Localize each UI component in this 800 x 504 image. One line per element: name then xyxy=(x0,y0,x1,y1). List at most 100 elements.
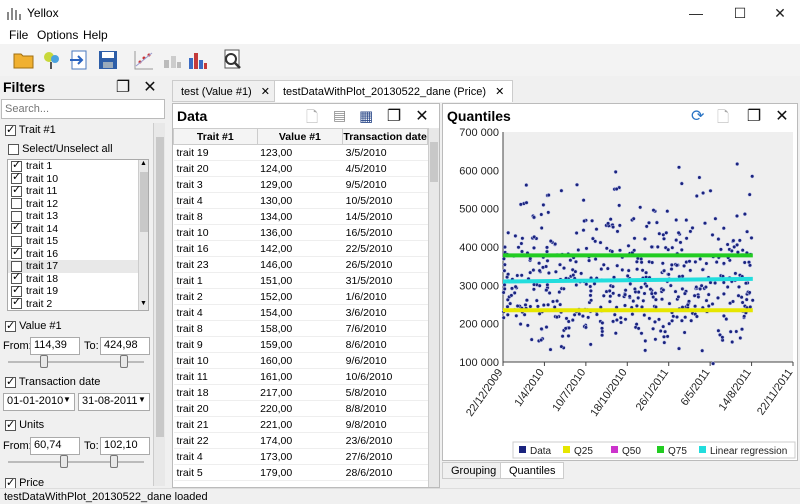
table-row[interactable]: trait 10 160,00 9/6/2010 xyxy=(173,352,428,369)
table-row[interactable]: trait 3 129,00 9/5/2010 xyxy=(173,176,428,193)
column-header[interactable]: Transaction date xyxy=(342,128,428,145)
date-from-dropdown-icon[interactable]: ▼ xyxy=(63,395,71,404)
table-row[interactable]: trait 21 221,00 9/8/2010 xyxy=(173,416,428,433)
trait-checkbox[interactable] xyxy=(11,284,22,297)
trait-checkbox[interactable] xyxy=(11,235,22,247)
close-tab-icon[interactable]: ✕ xyxy=(495,86,504,98)
table-row[interactable]: trait 10 136,00 16/5/2010 xyxy=(173,224,428,241)
value-from-input[interactable]: 114,39 xyxy=(30,337,80,355)
table-row[interactable]: trait 22 174,00 23/6/2010 xyxy=(173,432,428,449)
columns-icon[interactable]: ▤ xyxy=(333,107,346,124)
trait-list-item[interactable]: trait 1 xyxy=(8,160,148,173)
trait-list-item[interactable]: trait 10 xyxy=(8,171,148,186)
trait-list-item[interactable]: trait 19 xyxy=(8,284,148,298)
menu-file[interactable]: File xyxy=(9,28,28,42)
tab-grouping[interactable]: Grouping xyxy=(442,462,506,479)
quantiles-chart[interactable]: 700 000 600 000 500 000 400 000 300 000 200 0… xyxy=(443,128,797,460)
table-row[interactable]: trait 20 220,00 8/8/2010 xyxy=(173,400,428,417)
date-to-dropdown-icon[interactable]: ▼ xyxy=(138,395,146,404)
table-row[interactable]: trait 11 161,00 10/6/2010 xyxy=(173,368,428,385)
column-header[interactable]: Trait #1 xyxy=(173,128,258,145)
column-header[interactable]: Value #1 xyxy=(256,128,344,145)
table-row[interactable]: trait 8 158,00 7/6/2010 xyxy=(173,320,428,337)
price-filter-checkbox[interactable] xyxy=(5,477,16,488)
close-panel-icon[interactable]: ✕ xyxy=(773,108,791,126)
table-row[interactable]: trait 8 134,00 14/5/2010 xyxy=(173,208,428,225)
filters-scrollbar[interactable] xyxy=(153,123,165,486)
close-tab-icon[interactable]: ✕ xyxy=(261,86,270,98)
filter-search-input[interactable] xyxy=(1,99,165,119)
float-panel-icon[interactable]: ❐ xyxy=(745,108,763,126)
trait-checkbox[interactable] xyxy=(11,260,22,272)
units-slider-min-handle[interactable] xyxy=(60,455,68,468)
units-filter-checkbox[interactable] xyxy=(5,418,16,431)
trait-list-item[interactable]: trait 15 xyxy=(8,235,148,248)
trait-checkbox[interactable] xyxy=(11,160,22,172)
value-filter-toggle[interactable]: Value #1 xyxy=(5,319,62,332)
table-row[interactable]: trait 4 173,00 27/6/2010 xyxy=(173,448,428,465)
trait-list[interactable]: trait 1trait 10trait 11trait 12trait 13t… xyxy=(7,159,149,311)
table-row[interactable]: trait 19 123,00 3/5/2010 xyxy=(173,144,428,161)
price-filter-toggle[interactable]: Price xyxy=(5,477,44,488)
data-table-scroll-thumb[interactable] xyxy=(430,142,438,182)
scatter-plot-icon[interactable] xyxy=(132,48,156,72)
tab-price-plot[interactable]: testDataWithPlot_20130522_dane (Price) ✕ xyxy=(274,80,514,102)
table-row[interactable]: trait 4 130,00 10/5/2010 xyxy=(173,192,428,209)
minimize-button[interactable]: — xyxy=(676,0,716,26)
trait-checkbox[interactable] xyxy=(11,171,22,185)
data-table[interactable]: Trait #1 Value #1 Transaction date trait 1… xyxy=(173,128,428,481)
trait-filter-checkbox[interactable] xyxy=(5,123,16,136)
report-search-icon[interactable] xyxy=(220,48,244,72)
table-row[interactable]: trait 1 151,00 31/5/2010 xyxy=(173,272,428,289)
table-row[interactable]: trait 23 146,00 26/5/2010 xyxy=(173,256,428,273)
units-range-slider[interactable] xyxy=(8,461,144,463)
units-slider-max-handle[interactable] xyxy=(110,455,118,468)
filter-icon[interactable] xyxy=(40,48,64,72)
tab-test-value[interactable]: test (Value #1) ✕ xyxy=(172,80,280,102)
trait-list-item[interactable]: trait 13 xyxy=(8,210,148,223)
trait-list-item[interactable]: trait 2 xyxy=(8,296,148,311)
table-row[interactable]: trait 2 152,00 1/6/2010 xyxy=(173,288,428,305)
histogram-icon[interactable] xyxy=(186,48,210,72)
trait-list-scrollbar[interactable]: ▲ ▼ xyxy=(138,160,148,310)
trait-checkbox[interactable] xyxy=(11,184,22,197)
select-all-checkbox[interactable] xyxy=(8,143,19,155)
close-panel-icon[interactable]: ✕ xyxy=(413,108,431,126)
table-row[interactable]: trait 5 179,00 28/6/2010 xyxy=(173,464,428,481)
units-from-input[interactable]: 60,74 xyxy=(30,437,80,455)
open-folder-icon[interactable] xyxy=(12,48,36,72)
table-row[interactable]: trait 4 154,00 3/6/2010 xyxy=(173,304,428,321)
maximize-button[interactable]: ☐ xyxy=(720,0,760,26)
trait-list-item[interactable]: trait 11 xyxy=(8,184,148,198)
trait-checkbox[interactable] xyxy=(11,221,22,235)
value-slider-max-handle[interactable] xyxy=(120,355,128,368)
close-panel-icon[interactable]: ✕ xyxy=(141,79,159,97)
value-slider-min-handle[interactable] xyxy=(40,355,48,368)
import-icon[interactable] xyxy=(68,48,92,72)
trait-checkbox[interactable] xyxy=(11,271,22,285)
value-to-input[interactable]: 424,98 xyxy=(100,337,150,355)
table-row[interactable]: trait 16 142,00 22/5/2010 xyxy=(173,240,428,257)
float-panel-icon[interactable]: ❐ xyxy=(114,79,132,97)
scroll-down-icon[interactable]: ▼ xyxy=(140,300,147,307)
trait-list-item[interactable]: trait 17 xyxy=(8,260,148,273)
units-filter-toggle[interactable]: Units xyxy=(5,418,44,431)
scroll-up-icon[interactable]: ▲ xyxy=(140,160,147,167)
date-filter-checkbox[interactable] xyxy=(5,375,16,388)
table-row[interactable]: trait 20 124,00 4/5/2010 xyxy=(173,160,428,177)
tab-quantiles[interactable]: Quantiles xyxy=(500,462,565,479)
float-panel-icon[interactable]: ❐ xyxy=(385,108,403,126)
trait-list-item[interactable]: trait 18 xyxy=(8,271,148,286)
data-table-scrollbar[interactable] xyxy=(428,128,439,487)
close-window-button[interactable]: ✕ xyxy=(760,0,800,26)
filters-scroll-thumb[interactable] xyxy=(156,137,164,437)
table-row[interactable]: trait 18 217,00 5/8/2010 xyxy=(173,384,428,401)
select-all-toggle[interactable]: Select/Unselect all xyxy=(8,143,113,155)
units-to-input[interactable]: 102,10 xyxy=(100,437,150,455)
date-filter-toggle[interactable]: Transaction date xyxy=(5,375,100,388)
trait-checkbox[interactable] xyxy=(11,198,22,210)
trait-list-item[interactable]: trait 16 xyxy=(8,246,148,261)
trait-checkbox[interactable] xyxy=(11,246,22,260)
trait-checkbox[interactable] xyxy=(11,296,22,310)
value-filter-checkbox[interactable] xyxy=(5,319,16,332)
